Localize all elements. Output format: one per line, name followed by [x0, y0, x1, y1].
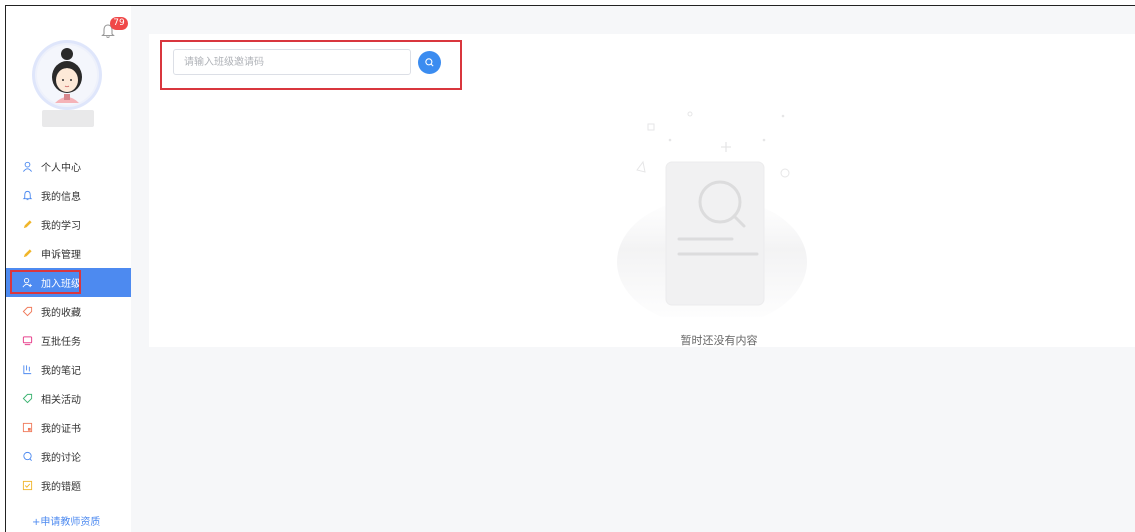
sidebar-item-label: 我的错题 — [41, 482, 81, 493]
search-button[interactable] — [418, 51, 441, 74]
sidebar-item-my-discussions[interactable]: 我的讨论 — [6, 442, 131, 471]
tag-icon — [22, 393, 33, 404]
sidebar-menu: 个人中心 我的信息 我的学习 申诉管理 加入班级 我的收藏 互批任务 我的笔记 … — [6, 152, 131, 500]
sidebar-item-label: 申诉管理 — [41, 250, 81, 261]
search-icon — [424, 57, 435, 68]
apply-teacher-qualification-link[interactable]: +申请教师资质 — [32, 513, 100, 528]
sidebar-item-label: 我的学习 — [41, 221, 81, 232]
sidebar-item-my-certificates[interactable]: 我的证书 — [6, 413, 131, 442]
sidebar-item-related-activities[interactable]: 相关活动 — [6, 384, 131, 413]
sidebar-item-my-study[interactable]: 我的学习 — [6, 210, 131, 239]
sidebar-item-label: 个人中心 — [41, 163, 81, 174]
notification-badge[interactable]: 79 — [110, 17, 128, 30]
sidebar-item-appeal-management[interactable]: 申诉管理 — [6, 239, 131, 268]
notes-icon — [22, 364, 33, 375]
pencil-icon — [22, 248, 33, 259]
sidebar-item-my-notes[interactable]: 我的笔记 — [6, 355, 131, 384]
empty-state-illustration — [607, 102, 817, 327]
join-class-panel: 暂时还没有内容 — [149, 34, 1135, 347]
avatar[interactable] — [35, 43, 99, 107]
sidebar-item-my-favorites[interactable]: 我的收藏 — [6, 297, 131, 326]
sidebar-item-my-messages[interactable]: 我的信息 — [6, 181, 131, 210]
sidebar-item-label: 相关活动 — [41, 395, 81, 406]
sidebar-item-label: 我的收藏 — [41, 308, 81, 319]
sidebar-item-personal-center[interactable]: 个人中心 — [6, 152, 131, 181]
sidebar: 79 个人中心 我的信息 我的学习 申诉管理 加入班级 我的收藏 互批任务 我的… — [6, 6, 131, 532]
monitor-icon — [22, 335, 33, 346]
checkbox-icon — [22, 480, 33, 491]
active-item-highlight — [10, 270, 81, 294]
app-frame: 79 个人中心 我的信息 我的学习 申诉管理 加入班级 我的收藏 互批任务 我的… — [5, 5, 1135, 532]
sidebar-item-peer-review[interactable]: 互批任务 — [6, 326, 131, 355]
sidebar-item-join-class[interactable]: 加入班级 — [6, 268, 131, 297]
sidebar-item-label: 我的笔记 — [41, 366, 81, 377]
sidebar-item-label: 我的信息 — [41, 192, 81, 203]
user-icon — [22, 161, 33, 172]
class-code-input[interactable] — [173, 49, 411, 75]
sidebar-item-label: 我的讨论 — [41, 453, 81, 464]
sidebar-item-my-mistakes[interactable]: 我的错题 — [6, 471, 131, 500]
sidebar-item-label: 互批任务 — [41, 337, 81, 348]
sidebar-item-label: 我的证书 — [41, 424, 81, 435]
chat-icon — [22, 451, 33, 462]
bell-icon — [22, 190, 33, 201]
username-placeholder — [42, 110, 94, 127]
certificate-icon — [22, 422, 33, 433]
pencil-icon — [22, 219, 33, 230]
tag-icon — [22, 306, 33, 317]
empty-state-text: 暂时还没有内容 — [680, 334, 758, 347]
